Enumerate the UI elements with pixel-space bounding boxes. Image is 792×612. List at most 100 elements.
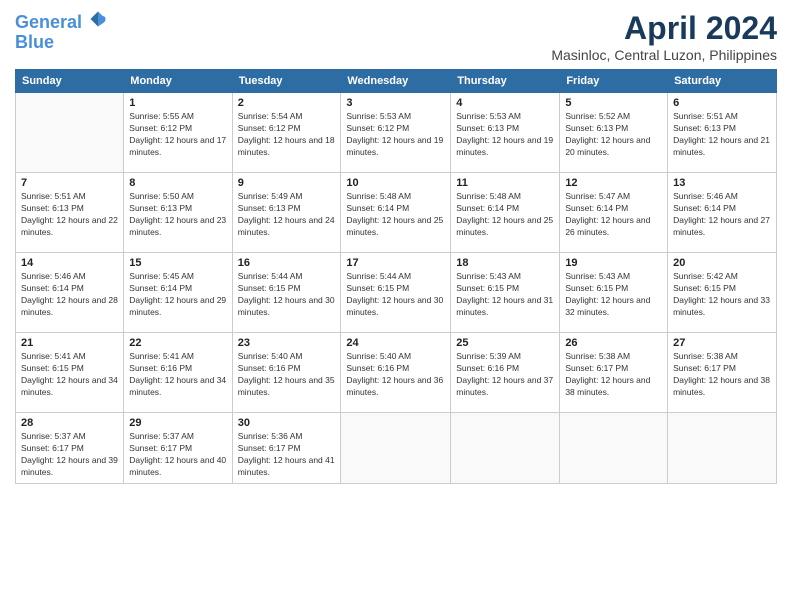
day-info: Sunrise: 5:41 AMSunset: 6:15 PMDaylight:…	[21, 351, 118, 399]
day-number: 14	[21, 257, 118, 269]
calendar-day-cell	[16, 93, 124, 173]
day-info: Sunrise: 5:54 AMSunset: 6:12 PMDaylight:…	[238, 111, 336, 159]
calendar-day-cell	[560, 413, 668, 484]
day-number: 15	[129, 257, 226, 269]
day-number: 8	[129, 177, 226, 189]
calendar-week-row: 1 Sunrise: 5:55 AMSunset: 6:12 PMDaylight…	[16, 93, 777, 173]
day-number: 10	[346, 177, 445, 189]
day-number: 3	[346, 97, 445, 109]
day-info: Sunrise: 5:41 AMSunset: 6:16 PMDaylight:…	[129, 351, 226, 399]
day-info: Sunrise: 5:46 AMSunset: 6:14 PMDaylight:…	[21, 271, 118, 319]
day-number: 26	[565, 337, 662, 349]
day-number: 21	[21, 337, 118, 349]
calendar-day-cell: 24Sunrise: 5:40 AMSunset: 6:16 PMDayligh…	[341, 333, 451, 413]
calendar-day-cell: 2 Sunrise: 5:54 AMSunset: 6:12 PMDaylight…	[232, 93, 341, 173]
day-number: 18	[456, 257, 554, 269]
day-number: 4	[456, 97, 554, 109]
logo-blue: Blue	[15, 33, 107, 53]
day-info: Sunrise: 5:36 AMSunset: 6:17 PMDaylight:…	[238, 431, 336, 479]
day-number: 27	[673, 337, 771, 349]
day-number: 29	[129, 417, 226, 429]
day-number: 13	[673, 177, 771, 189]
calendar-day-cell: 10Sunrise: 5:48 AMSunset: 6:14 PMDayligh…	[341, 173, 451, 253]
calendar-day-cell	[341, 413, 451, 484]
calendar-day-cell: 4Sunrise: 5:53 AMSunset: 6:13 PMDaylight…	[451, 93, 560, 173]
day-number: 22	[129, 337, 226, 349]
day-number: 28	[21, 417, 118, 429]
day-number: 19	[565, 257, 662, 269]
calendar-day-cell: 3 Sunrise: 5:53 AMSunset: 6:12 PMDaylight…	[341, 93, 451, 173]
calendar-day-cell: 1 Sunrise: 5:55 AMSunset: 6:12 PMDaylight…	[124, 93, 232, 173]
day-info: Sunrise: 5:42 AMSunset: 6:15 PMDaylight:…	[673, 271, 771, 319]
day-info: Sunrise: 5:55 AMSunset: 6:12 PMDaylight:…	[129, 111, 226, 159]
day-number: 23	[238, 337, 336, 349]
day-number: 7	[21, 177, 118, 189]
calendar-day-cell: 6Sunrise: 5:51 AMSunset: 6:13 PMDaylight…	[668, 93, 777, 173]
header: General Blue April 2024 Masinloc, Centra…	[15, 10, 777, 63]
day-info: Sunrise: 5:37 AMSunset: 6:17 PMDaylight:…	[21, 431, 118, 479]
day-number: 12	[565, 177, 662, 189]
calendar-week-row: 21 Sunrise: 5:41 AMSunset: 6:15 PMDayligh…	[16, 333, 777, 413]
day-info: Sunrise: 5:38 AMSunset: 6:17 PMDaylight:…	[673, 351, 771, 399]
weekday-header: Tuesday	[232, 70, 341, 93]
day-info: Sunrise: 5:46 AMSunset: 6:14 PMDaylight:…	[673, 191, 771, 239]
day-info: Sunrise: 5:43 AMSunset: 6:15 PMDaylight:…	[565, 271, 662, 319]
day-info: Sunrise: 5:51 AMSunset: 6:13 PMDaylight:…	[21, 191, 118, 239]
calendar-day-cell: 15 Sunrise: 5:45 AMSunset: 6:14 PMDayligh…	[124, 253, 232, 333]
day-info: Sunrise: 5:45 AMSunset: 6:14 PMDaylight:…	[129, 271, 226, 319]
calendar-day-cell: 13 Sunrise: 5:46 AMSunset: 6:14 PMDayligh…	[668, 173, 777, 253]
calendar-day-cell: 12 Sunrise: 5:47 AMSunset: 6:14 PMDayligh…	[560, 173, 668, 253]
calendar-week-row: 14 Sunrise: 5:46 AMSunset: 6:14 PMDayligh…	[16, 253, 777, 333]
calendar-day-cell: 19 Sunrise: 5:43 AMSunset: 6:15 PMDayligh…	[560, 253, 668, 333]
day-info: Sunrise: 5:43 AMSunset: 6:15 PMDaylight:…	[456, 271, 554, 319]
day-number: 1	[129, 97, 226, 109]
calendar-day-cell: 14 Sunrise: 5:46 AMSunset: 6:14 PMDayligh…	[16, 253, 124, 333]
calendar-day-cell: 29Sunrise: 5:37 AMSunset: 6:17 PMDayligh…	[124, 413, 232, 484]
calendar-day-cell	[451, 413, 560, 484]
day-number: 11	[456, 177, 554, 189]
weekday-header: Friday	[560, 70, 668, 93]
day-number: 16	[238, 257, 336, 269]
calendar-week-row: 7 Sunrise: 5:51 AMSunset: 6:13 PMDaylight…	[16, 173, 777, 253]
location-title: Masinloc, Central Luzon, Philippines	[551, 47, 777, 63]
calendar-day-cell: 16Sunrise: 5:44 AMSunset: 6:15 PMDayligh…	[232, 253, 341, 333]
day-info: Sunrise: 5:38 AMSunset: 6:17 PMDaylight:…	[565, 351, 662, 399]
calendar-day-cell: 9Sunrise: 5:49 AMSunset: 6:13 PMDaylight…	[232, 173, 341, 253]
page: General Blue April 2024 Masinloc, Centra…	[0, 0, 792, 612]
weekday-header: Saturday	[668, 70, 777, 93]
month-title: April 2024	[551, 10, 777, 47]
calendar-day-cell: 11 Sunrise: 5:48 AMSunset: 6:14 PMDayligh…	[451, 173, 560, 253]
day-info: Sunrise: 5:52 AMSunset: 6:13 PMDaylight:…	[565, 111, 662, 159]
day-number: 5	[565, 97, 662, 109]
day-info: Sunrise: 5:44 AMSunset: 6:15 PMDaylight:…	[346, 271, 445, 319]
calendar-day-cell	[668, 413, 777, 484]
calendar-day-cell: 5 Sunrise: 5:52 AMSunset: 6:13 PMDaylight…	[560, 93, 668, 173]
calendar-day-cell: 27 Sunrise: 5:38 AMSunset: 6:17 PMDayligh…	[668, 333, 777, 413]
day-info: Sunrise: 5:39 AMSunset: 6:16 PMDaylight:…	[456, 351, 554, 399]
calendar-day-cell: 26 Sunrise: 5:38 AMSunset: 6:17 PMDayligh…	[560, 333, 668, 413]
day-info: Sunrise: 5:40 AMSunset: 6:16 PMDaylight:…	[238, 351, 336, 399]
calendar-day-cell: 23 Sunrise: 5:40 AMSunset: 6:16 PMDayligh…	[232, 333, 341, 413]
day-info: Sunrise: 5:53 AMSunset: 6:12 PMDaylight:…	[346, 111, 445, 159]
day-info: Sunrise: 5:48 AMSunset: 6:14 PMDaylight:…	[456, 191, 554, 239]
logo-general: General	[15, 12, 82, 32]
day-info: Sunrise: 5:50 AMSunset: 6:13 PMDaylight:…	[129, 191, 226, 239]
calendar-week-row: 28 Sunrise: 5:37 AMSunset: 6:17 PMDayligh…	[16, 413, 777, 484]
calendar: SundayMondayTuesdayWednesdayThursdayFrid…	[15, 69, 777, 484]
day-number: 24	[346, 337, 445, 349]
day-number: 20	[673, 257, 771, 269]
calendar-day-cell: 21 Sunrise: 5:41 AMSunset: 6:15 PMDayligh…	[16, 333, 124, 413]
weekday-header: Wednesday	[341, 70, 451, 93]
calendar-day-cell: 25Sunrise: 5:39 AMSunset: 6:16 PMDayligh…	[451, 333, 560, 413]
day-info: Sunrise: 5:51 AMSunset: 6:13 PMDaylight:…	[673, 111, 771, 159]
calendar-day-cell: 20 Sunrise: 5:42 AMSunset: 6:15 PMDayligh…	[668, 253, 777, 333]
day-info: Sunrise: 5:47 AMSunset: 6:14 PMDaylight:…	[565, 191, 662, 239]
calendar-day-cell: 30 Sunrise: 5:36 AMSunset: 6:17 PMDayligh…	[232, 413, 341, 484]
calendar-day-cell: 8 Sunrise: 5:50 AMSunset: 6:13 PMDaylight…	[124, 173, 232, 253]
calendar-day-cell: 28 Sunrise: 5:37 AMSunset: 6:17 PMDayligh…	[16, 413, 124, 484]
logo-text: General	[15, 10, 107, 33]
day-number: 30	[238, 417, 336, 429]
day-number: 2	[238, 97, 336, 109]
title-block: April 2024 Masinloc, Central Luzon, Phil…	[551, 10, 777, 63]
calendar-day-cell: 7 Sunrise: 5:51 AMSunset: 6:13 PMDaylight…	[16, 173, 124, 253]
